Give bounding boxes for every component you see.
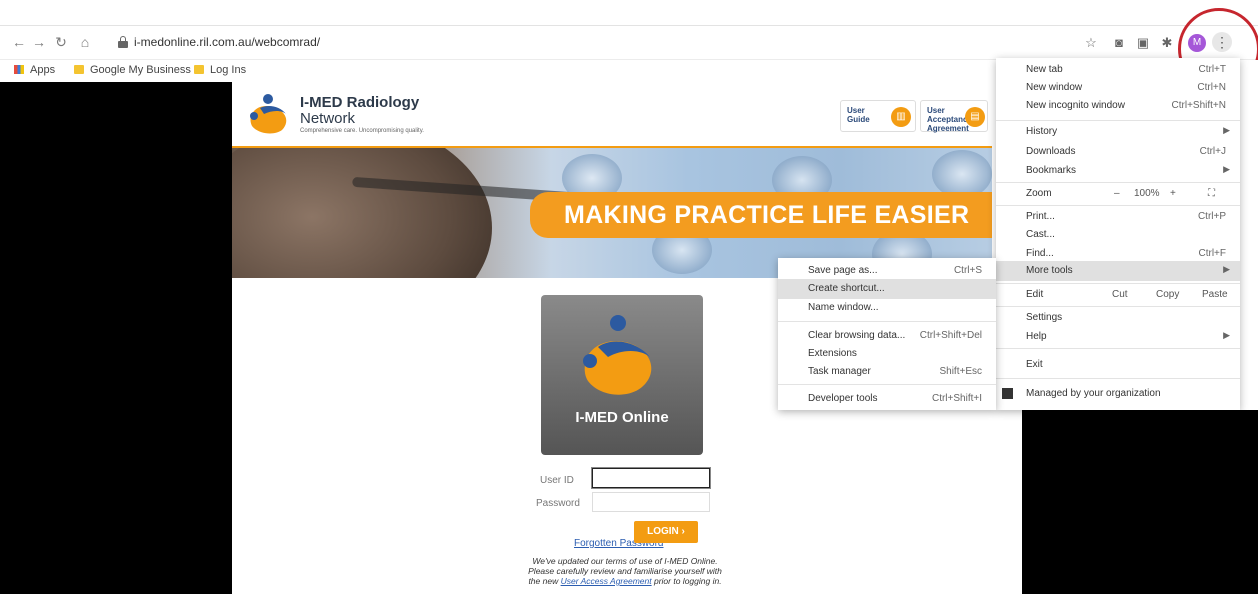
user-guide-button[interactable]: User Guide ▥ bbox=[840, 100, 916, 132]
menu-separator bbox=[996, 283, 1240, 284]
brand-tagline: Comprehensive care. Uncompromising quali… bbox=[300, 128, 424, 134]
fullscreen-icon[interactable]: ⛶ bbox=[1208, 188, 1215, 199]
menu-item-zoom: Zoom – 100% + ⛶ bbox=[1026, 188, 1215, 199]
menu-item-settings[interactable]: Settings bbox=[996, 308, 1240, 328]
menu-separator bbox=[996, 120, 1240, 121]
zoom-level: 100% bbox=[1134, 188, 1160, 199]
menu-separator bbox=[996, 205, 1240, 206]
menu-item-new-incognito-window[interactable]: New incognito window Ctrl+Shift+N bbox=[996, 96, 1240, 116]
browser-main-menu: New tab Ctrl+T New window Ctrl+N New incog… bbox=[996, 58, 1240, 410]
cropped-caption-strip bbox=[0, 0, 1258, 26]
banner-person-image bbox=[232, 148, 492, 278]
banner-headline: MAKING PRACTICE LIFE EASIER bbox=[564, 201, 970, 229]
menu-item-downloads[interactable]: Downloads Ctrl+J bbox=[996, 142, 1240, 162]
menu-item-print[interactable]: Print... Ctrl+P bbox=[996, 207, 1240, 227]
address-bar[interactable]: i-medonline.ril.com.au/webcomrad/ bbox=[112, 31, 1072, 55]
zoom-in-button[interactable]: + bbox=[1170, 188, 1176, 199]
menu-separator bbox=[996, 348, 1240, 349]
submenu-item-name-window[interactable]: Name window... bbox=[778, 298, 996, 318]
zoom-out-button[interactable]: – bbox=[1114, 188, 1120, 199]
apps-grid-icon bbox=[14, 65, 24, 74]
login-button[interactable]: LOGIN › bbox=[634, 521, 698, 543]
brand-title: I-MED Radiology bbox=[300, 94, 420, 111]
menu-separator bbox=[996, 378, 1240, 379]
password-label: Password bbox=[536, 498, 580, 509]
user-id-label: User ID bbox=[540, 475, 574, 486]
menu-item-new-window[interactable]: New window Ctrl+N bbox=[996, 78, 1240, 98]
user-access-agreement-link[interactable]: User Access Agreement bbox=[561, 576, 652, 586]
menu-separator bbox=[996, 182, 1240, 183]
submenu-item-task-manager[interactable]: Task manager Shift+Esc bbox=[778, 362, 996, 382]
menu-item-edit: Edit Cut Copy Paste bbox=[1026, 289, 1228, 300]
submenu-item-clear-browsing-data[interactable]: Clear browsing data... Ctrl+Shift+Del bbox=[778, 326, 996, 346]
menu-separator bbox=[778, 321, 996, 322]
menu-item-cast[interactable]: Cast... bbox=[996, 225, 1240, 245]
more-tools-submenu: Save page as... Ctrl+S Create shortcut...… bbox=[778, 258, 996, 410]
bookmark-apps[interactable]: Apps bbox=[14, 64, 55, 76]
menu-separator bbox=[996, 306, 1240, 307]
screenshot-root: ← → ↻ ⌂ i-medonline.ril.com.au/webcomrad… bbox=[0, 0, 1258, 594]
page-left-margin bbox=[0, 82, 232, 594]
submenu-item-create-shortcut[interactable]: Create shortcut... bbox=[778, 279, 996, 299]
home-icon[interactable]: ⌂ bbox=[76, 33, 94, 51]
user-acceptance-agreement-button[interactable]: User Acceptance Agreement ▤ bbox=[920, 100, 988, 133]
imed-online-logo-icon bbox=[583, 315, 652, 395]
bookmark-log-ins[interactable]: Log Ins bbox=[194, 64, 246, 76]
portal-logo-card: I-MED Online bbox=[541, 295, 703, 455]
back-arrow-icon[interactable]: ← bbox=[10, 33, 28, 51]
banner-light-bulb bbox=[932, 150, 992, 198]
extension-blue-icon[interactable]: ▣ bbox=[1134, 34, 1152, 52]
url-text: i-medonline.ril.com.au/webcomrad/ bbox=[134, 35, 321, 49]
menu-item-history[interactable]: History ▶ bbox=[996, 122, 1240, 142]
reload-icon[interactable]: ↻ bbox=[52, 33, 70, 51]
lock-icon bbox=[118, 36, 128, 48]
folder-icon bbox=[194, 65, 204, 74]
book-icon: ▥ bbox=[891, 107, 911, 127]
terms-notice: We've updated our terms of use of I-MED … bbox=[528, 556, 722, 586]
building-icon bbox=[1002, 388, 1013, 399]
submenu-item-developer-tools[interactable]: Developer tools Ctrl+Shift+I bbox=[778, 389, 996, 409]
submenu-arrow-icon: ▶ bbox=[1223, 164, 1230, 174]
submenu-item-save-page[interactable]: Save page as... Ctrl+S bbox=[778, 261, 996, 281]
portal-name: I-MED Online bbox=[575, 409, 669, 426]
site-header: I-MED Radiology Network Comprehensive ca… bbox=[232, 82, 992, 148]
menu-item-more-tools[interactable]: More tools ▶ bbox=[996, 261, 1240, 281]
edit-copy-button[interactable]: Copy bbox=[1156, 289, 1179, 300]
bookmark-star-icon[interactable]: ☆ bbox=[1082, 34, 1100, 52]
forward-arrow-icon[interactable]: → bbox=[30, 33, 48, 51]
menu-separator bbox=[778, 384, 996, 385]
page-right-margin bbox=[1022, 410, 1258, 594]
password-input[interactable] bbox=[592, 492, 710, 512]
edit-paste-button[interactable]: Paste bbox=[1202, 289, 1228, 300]
camera-extension-icon[interactable]: ◙ bbox=[1110, 34, 1128, 52]
managed-by-org[interactable]: Managed by your organization bbox=[996, 384, 1240, 404]
folder-icon bbox=[74, 65, 84, 74]
submenu-arrow-icon: ▶ bbox=[1223, 264, 1230, 274]
extensions-puzzle-icon[interactable]: ✱ bbox=[1158, 34, 1176, 52]
submenu-arrow-icon: ▶ bbox=[1223, 125, 1230, 135]
submenu-item-extensions[interactable]: Extensions bbox=[778, 344, 996, 364]
bookmark-google-my-business[interactable]: Google My Business bbox=[74, 64, 191, 76]
user-id-input[interactable] bbox=[592, 468, 710, 488]
submenu-arrow-icon: ▶ bbox=[1223, 330, 1230, 340]
menu-item-exit[interactable]: Exit bbox=[996, 355, 1240, 375]
imed-logo-icon bbox=[250, 94, 287, 134]
menu-item-bookmarks[interactable]: Bookmarks ▶ bbox=[996, 161, 1240, 181]
menu-item-help[interactable]: Help ▶ bbox=[996, 327, 1240, 347]
browser-toolbar: ← → ↻ ⌂ i-medonline.ril.com.au/webcomrad… bbox=[0, 26, 1258, 60]
menu-item-new-tab[interactable]: New tab Ctrl+T bbox=[996, 60, 1240, 80]
document-icon: ▤ bbox=[965, 107, 985, 127]
edit-cut-button[interactable]: Cut bbox=[1112, 289, 1128, 300]
brand-subtitle: Network bbox=[300, 110, 356, 127]
